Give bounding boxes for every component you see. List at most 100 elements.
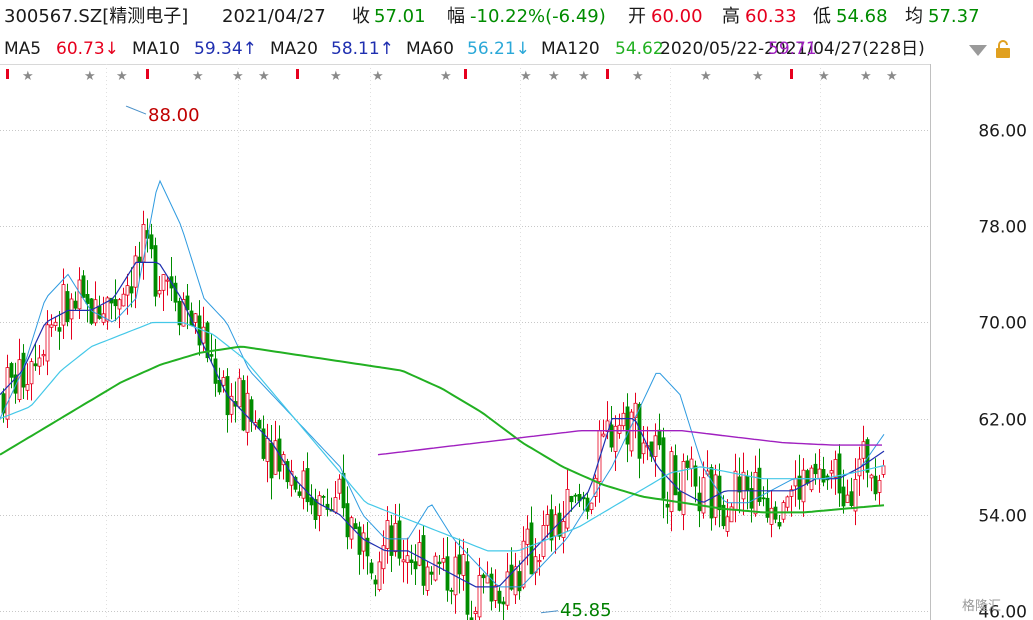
candle-down xyxy=(81,275,86,298)
candle-up xyxy=(845,494,850,503)
candle-up xyxy=(641,442,646,455)
candle-up xyxy=(377,561,382,591)
candle-up xyxy=(877,480,882,493)
candle-up xyxy=(725,516,730,532)
candle-down xyxy=(665,503,670,508)
candle-down xyxy=(305,468,310,503)
candle-down xyxy=(65,291,70,323)
candle-down xyxy=(409,559,414,564)
star-marker: ★ xyxy=(818,69,830,84)
candle-up xyxy=(589,502,594,511)
candlestick-chart: ★ ★ ★ ★ ★ ★ ★ ★ ★ ★ ★ ★ ★ ★ ★ ★ ★ ★ 86.00 78.00 70.00 62.00 5… xyxy=(0,64,1027,620)
candle-down xyxy=(373,579,378,585)
candle-down xyxy=(269,442,274,479)
candle-up xyxy=(41,354,46,357)
candle-down xyxy=(309,497,314,506)
candle-down xyxy=(481,574,486,579)
watermark: 格隆汇 xyxy=(962,598,1001,614)
y-axis: 86.0078.0070.0062.0054.0046.00 xyxy=(978,122,1027,620)
candle-up xyxy=(441,558,446,563)
candle-down xyxy=(661,437,666,499)
candle-up xyxy=(165,279,170,282)
candle-up xyxy=(681,460,686,515)
star-marker: ★ xyxy=(258,69,270,84)
candle-down xyxy=(673,455,678,496)
candle-up xyxy=(781,502,786,520)
candle-up xyxy=(417,542,422,566)
candle-down xyxy=(765,497,770,518)
star-marker: ★ xyxy=(860,69,872,84)
candle-up xyxy=(493,585,498,601)
candle-down xyxy=(137,256,142,263)
candle-down xyxy=(241,380,246,431)
candle-down xyxy=(421,535,426,586)
candle-up xyxy=(433,555,438,581)
candle-down xyxy=(465,561,470,615)
candle-down xyxy=(449,590,454,592)
candle-down xyxy=(745,475,750,491)
candle-down xyxy=(73,300,78,309)
candle-up xyxy=(29,361,34,385)
star-marker: ★ xyxy=(886,69,898,84)
y-tick-label: 62.00 xyxy=(978,411,1027,431)
candle-up xyxy=(461,554,466,576)
candle-up xyxy=(629,411,634,452)
candle-up xyxy=(425,566,430,591)
candle-up xyxy=(37,357,42,367)
candle-down xyxy=(177,300,182,326)
candle-down xyxy=(813,463,818,475)
candle-down xyxy=(197,315,202,346)
ma-line-ma5 xyxy=(0,179,885,588)
candle-down xyxy=(437,561,442,565)
candle-up xyxy=(537,560,542,563)
candle-up xyxy=(477,575,482,618)
candle-down xyxy=(821,468,826,483)
candle-up xyxy=(237,377,242,408)
candle-down xyxy=(625,406,630,445)
star-marker: ★ xyxy=(232,69,244,84)
ma-lines xyxy=(0,179,885,588)
star-marker: ★ xyxy=(22,69,34,84)
candle-down xyxy=(57,327,62,332)
y-tick-label: 70.00 xyxy=(978,314,1027,334)
candle-down xyxy=(353,523,358,530)
flag-marker xyxy=(606,69,609,79)
star-marker: ★ xyxy=(548,69,560,84)
candle-down xyxy=(397,520,402,559)
candle-down xyxy=(257,419,262,429)
candle-up xyxy=(161,274,166,291)
candle-up xyxy=(265,437,270,462)
candle-up xyxy=(785,496,790,508)
candle-down xyxy=(657,429,662,446)
candle-down xyxy=(345,503,350,538)
high-annotation: 88.00 xyxy=(148,105,200,126)
candle-down xyxy=(497,590,502,604)
candle-up xyxy=(361,532,366,552)
candle-up xyxy=(853,478,858,512)
candle-down xyxy=(469,617,474,620)
star-marker: ★ xyxy=(520,69,532,84)
candle-down xyxy=(849,491,854,507)
candle-up xyxy=(157,290,162,295)
candle-up xyxy=(61,284,66,326)
chart-grid xyxy=(0,64,930,620)
candle-up xyxy=(741,471,746,500)
candle-up xyxy=(333,497,338,513)
y-tick-label: 78.00 xyxy=(978,218,1027,238)
candle-up xyxy=(405,555,410,563)
candle-up xyxy=(193,313,198,323)
candle-up xyxy=(69,298,74,320)
candle-up xyxy=(485,575,490,584)
candle-up xyxy=(245,392,250,433)
flag-marker xyxy=(6,69,9,79)
candle-down xyxy=(173,282,178,303)
candle-down xyxy=(413,561,418,570)
candle-up xyxy=(817,468,822,479)
candle-up xyxy=(401,559,406,563)
candle-down xyxy=(9,363,14,378)
candle-up xyxy=(689,458,694,469)
candle-up xyxy=(869,474,874,479)
candle-up xyxy=(317,495,322,517)
candle-down xyxy=(749,488,754,509)
star-marker: ★ xyxy=(372,69,384,84)
